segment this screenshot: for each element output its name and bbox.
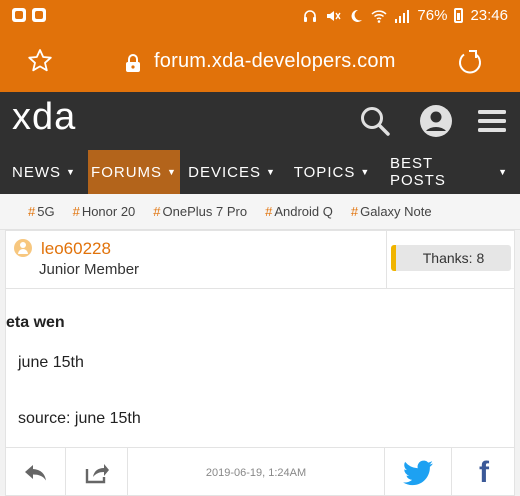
reply-icon (24, 465, 46, 481)
divider (386, 231, 387, 289)
hashtag-label: Galaxy Note (360, 204, 432, 219)
chevron-down-icon: ▼ (66, 167, 76, 177)
avatar-icon[interactable] (14, 239, 32, 257)
browser-url-bar: forum.xda-developers.com (0, 34, 520, 92)
chevron-down-icon: ▼ (265, 167, 276, 177)
hash-icon: # (350, 204, 359, 219)
forum-post: leo60228 Junior Member Thanks: 8 eta wen… (5, 230, 515, 496)
facebook-icon: f (479, 456, 489, 489)
mute-icon (327, 10, 342, 21)
notification-badge-icon (12, 8, 26, 22)
post-date: 2019-06-19, 1:24AM (205, 467, 307, 479)
moon-icon (351, 9, 363, 22)
thanks-badge: Thanks: 8 (391, 245, 511, 271)
hashtag-label: OnePlus 7 Pro (162, 204, 248, 219)
facebook-share-button[interactable]: f (452, 448, 516, 496)
nav-item-topics[interactable]: TOPICS ▼ (284, 150, 380, 194)
nav-item-forums[interactable]: FORUMS ▼ (88, 150, 180, 194)
share-button[interactable] (66, 448, 128, 496)
signal-icon (395, 9, 410, 23)
lock-icon (126, 54, 140, 72)
account-icon[interactable] (419, 104, 453, 138)
hashtag-link[interactable]: # OnePlus 7 Pro (153, 204, 247, 219)
hash-icon: # (265, 204, 273, 219)
wifi-icon (371, 9, 387, 23)
hashtag-link[interactable]: # Galaxy Note (351, 204, 432, 219)
hashtag-label: Honor 20 (81, 204, 136, 219)
tweet-button[interactable] (384, 448, 452, 496)
nav-item-label: NEWS (12, 163, 62, 181)
hashtag-link[interactable]: # Honor 20 (73, 204, 136, 219)
headset-icon (304, 9, 317, 22)
hash-icon: # (28, 204, 36, 219)
post-header: leo60228 Junior Member Thanks: 8 (6, 231, 514, 289)
chevron-down-icon: ▼ (360, 167, 371, 177)
chevron-down-icon: ▼ (167, 167, 177, 177)
main-nav: NEWS ▼ FORUMS ▼ DEVICES ▼ TOPICS ▼ BEST POST… (0, 150, 520, 194)
nav-item-news[interactable]: NEWS ▼ (0, 150, 88, 194)
post-username[interactable]: leo60228 (41, 239, 111, 259)
nav-item-best-posts[interactable]: BEST POSTS ▼ (380, 150, 520, 194)
share-icon (85, 464, 109, 484)
status-left-icons (12, 8, 46, 22)
hash-icon: # (72, 204, 80, 219)
nav-item-label: BEST POSTS (390, 155, 446, 189)
xda-logo[interactable]: xda (12, 96, 76, 139)
battery-icon (454, 8, 464, 23)
hashtag-link[interactable]: # Android Q (265, 204, 333, 219)
status-bar: 76% 23:46 (0, 0, 520, 34)
hashtag-label: 5G (37, 204, 55, 219)
user-title: Junior Member (39, 261, 140, 278)
star-icon[interactable] (26, 47, 54, 75)
post-title: eta wen (6, 314, 65, 331)
menu-icon[interactable] (475, 104, 509, 138)
twitter-icon (403, 460, 433, 486)
nav-item-label: TOPICS (293, 163, 356, 181)
reply-button[interactable] (6, 448, 66, 496)
nav-item-devices[interactable]: DEVICES ▼ (180, 150, 284, 194)
trending-hashtags: #5G # Honor 20 # OnePlus 7 Pro # Android Q … (0, 194, 520, 230)
nav-item-label: FORUMS (91, 163, 163, 181)
search-icon[interactable] (358, 104, 392, 138)
chevron-down-icon: ▼ (498, 167, 508, 177)
hashtag-link[interactable]: #5G (28, 204, 55, 219)
hash-icon: # (153, 204, 161, 219)
notification-badge-icon (32, 8, 46, 22)
hashtag-label: Android Q (274, 204, 333, 219)
reload-icon[interactable] (456, 48, 484, 76)
battery-percent: 76% (417, 7, 448, 24)
post-body-line: source: june 15th (18, 410, 141, 427)
url-text[interactable]: forum.xda-developers.com (154, 50, 396, 73)
site-header: xda (0, 92, 520, 150)
clock: 23:46 (470, 7, 508, 24)
post-body-line: june 15th (18, 354, 84, 371)
nav-item-label: DEVICES (188, 163, 261, 181)
post-footer: 2019-06-19, 1:24AM f (6, 447, 514, 496)
status-right-icons: 76% 23:46 (302, 7, 508, 24)
